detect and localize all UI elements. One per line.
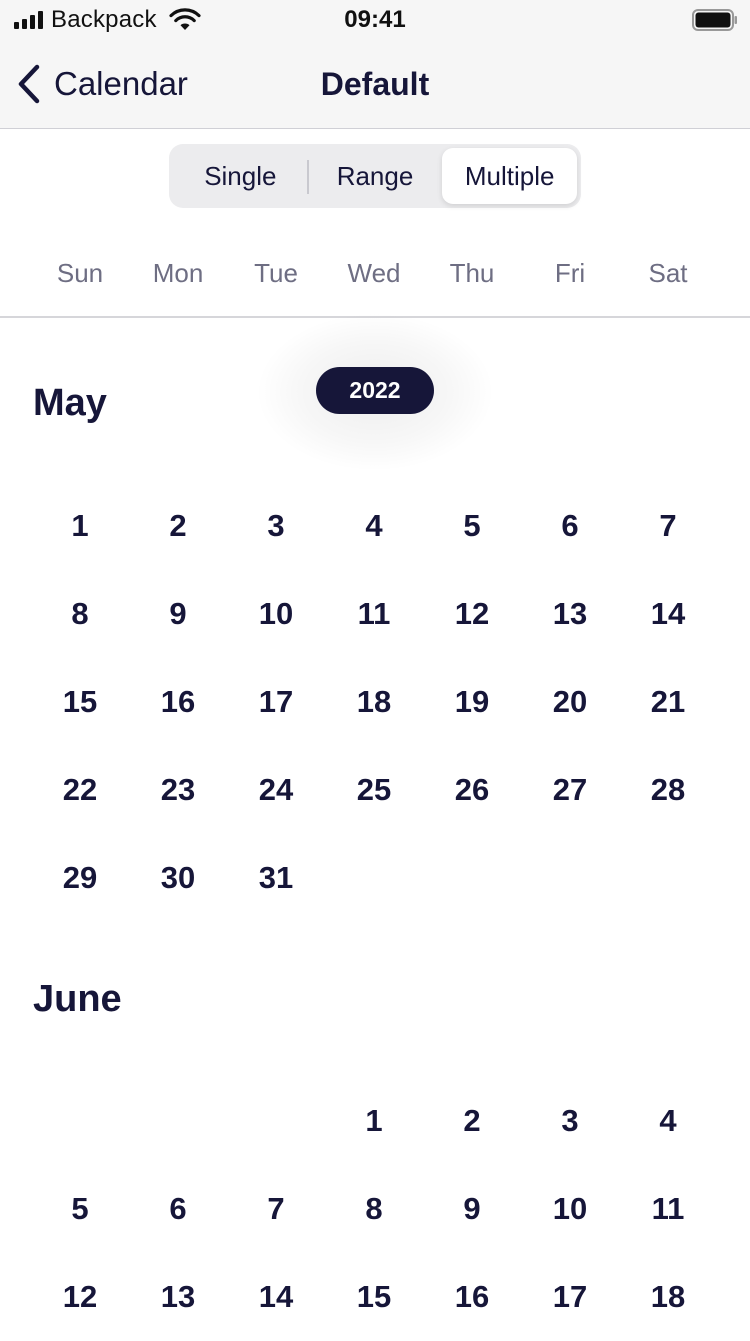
year-badge: 2022 — [316, 367, 434, 414]
month-grid-june: 1 2 3 4 5 6 7 8 9 10 11 12 13 14 15 16 17 18 — [31, 1077, 717, 1341]
day-cell[interactable]: 31 — [227, 834, 325, 922]
day-cell[interactable]: 1 — [31, 482, 129, 570]
day-cell[interactable]: 12 — [423, 570, 521, 658]
day-cell[interactable]: 26 — [423, 746, 521, 834]
segment-single-label: Single — [204, 160, 277, 191]
empty-day-cell — [31, 1077, 129, 1165]
weekday-label: Wed — [347, 258, 401, 288]
weekday-label: Tue — [254, 258, 298, 288]
month-grid-may: 1 2 3 4 5 6 7 8 9 10 11 12 13 14 15 16 17 18 19 20 21 22 23 24 2… — [31, 482, 717, 922]
day-cell[interactable]: 23 — [129, 746, 227, 834]
day-cell[interactable]: 14 — [227, 1253, 325, 1341]
day-cell[interactable]: 15 — [31, 658, 129, 746]
day-cell[interactable]: 10 — [521, 1165, 619, 1253]
segment-multiple[interactable]: Multiple — [442, 148, 578, 204]
day-cell[interactable]: 3 — [227, 482, 325, 570]
segment-range[interactable]: Range — [308, 148, 443, 204]
month-title-june: June — [33, 978, 122, 1020]
segment-single[interactable]: Single — [173, 148, 309, 204]
day-cell[interactable]: 24 — [227, 746, 325, 834]
day-cell[interactable]: 10 — [227, 570, 325, 658]
day-cell[interactable]: 9 — [129, 570, 227, 658]
empty-day-cell — [227, 1077, 325, 1165]
navigation-bar: Calendar Default — [0, 40, 750, 129]
status-bar: Backpack 09:41 — [0, 0, 750, 40]
status-time: 09:41 — [344, 6, 406, 33]
day-cell[interactable]: 6 — [521, 482, 619, 570]
day-cell[interactable]: 8 — [325, 1165, 423, 1253]
day-cell[interactable]: 12 — [31, 1253, 129, 1341]
day-cell[interactable]: 7 — [227, 1165, 325, 1253]
day-cell[interactable]: 13 — [129, 1253, 227, 1341]
day-cell[interactable]: 29 — [31, 834, 129, 922]
day-cell[interactable]: 18 — [325, 658, 423, 746]
weekday-label: Sat — [648, 258, 688, 288]
weekday-header: Sun Mon Tue Wed Thu Fri Sat — [31, 250, 717, 296]
battery-icon — [692, 9, 737, 31]
day-cell[interactable]: 19 — [423, 658, 521, 746]
selection-mode-control: Single Range Multiple — [169, 144, 581, 208]
day-cell[interactable]: 18 — [619, 1253, 717, 1341]
day-cell[interactable]: 16 — [423, 1253, 521, 1341]
day-cell[interactable]: 13 — [521, 570, 619, 658]
day-cell[interactable]: 14 — [619, 570, 717, 658]
day-cell[interactable]: 2 — [423, 1077, 521, 1165]
day-cell[interactable]: 25 — [325, 746, 423, 834]
segment-range-label: Range — [336, 160, 414, 191]
day-cell[interactable]: 7 — [619, 482, 717, 570]
day-cell[interactable]: 8 — [31, 570, 129, 658]
segment-multiple-label: Multiple — [464, 160, 555, 191]
day-cell[interactable]: 16 — [129, 658, 227, 746]
day-cell[interactable]: 21 — [619, 658, 717, 746]
day-cell[interactable]: 11 — [325, 570, 423, 658]
day-cell[interactable]: 5 — [423, 482, 521, 570]
day-cell[interactable]: 11 — [619, 1165, 717, 1253]
page-title: Default — [320, 66, 430, 102]
weekday-label: Thu — [449, 258, 495, 288]
day-cell[interactable]: 15 — [325, 1253, 423, 1341]
day-cell[interactable]: 27 — [521, 746, 619, 834]
weekday-label: Sun — [56, 258, 104, 288]
day-cell[interactable]: 20 — [521, 658, 619, 746]
weekday-label: Mon — [152, 258, 204, 288]
day-cell[interactable]: 6 — [129, 1165, 227, 1253]
day-cell[interactable]: 22 — [31, 746, 129, 834]
day-cell[interactable]: 4 — [619, 1077, 717, 1165]
month-title-may: May — [33, 382, 107, 424]
day-cell[interactable]: 9 — [423, 1165, 521, 1253]
day-cell[interactable]: 2 — [129, 482, 227, 570]
day-cell[interactable]: 5 — [31, 1165, 129, 1253]
day-cell[interactable]: 17 — [521, 1253, 619, 1341]
day-cell[interactable]: 30 — [129, 834, 227, 922]
day-cell[interactable]: 4 — [325, 482, 423, 570]
weekday-label: Fri — [554, 258, 586, 288]
day-cell[interactable]: 28 — [619, 746, 717, 834]
day-cell[interactable]: 3 — [521, 1077, 619, 1165]
day-cell[interactable]: 17 — [227, 658, 325, 746]
day-cell[interactable]: 1 — [325, 1077, 423, 1165]
empty-day-cell — [129, 1077, 227, 1165]
